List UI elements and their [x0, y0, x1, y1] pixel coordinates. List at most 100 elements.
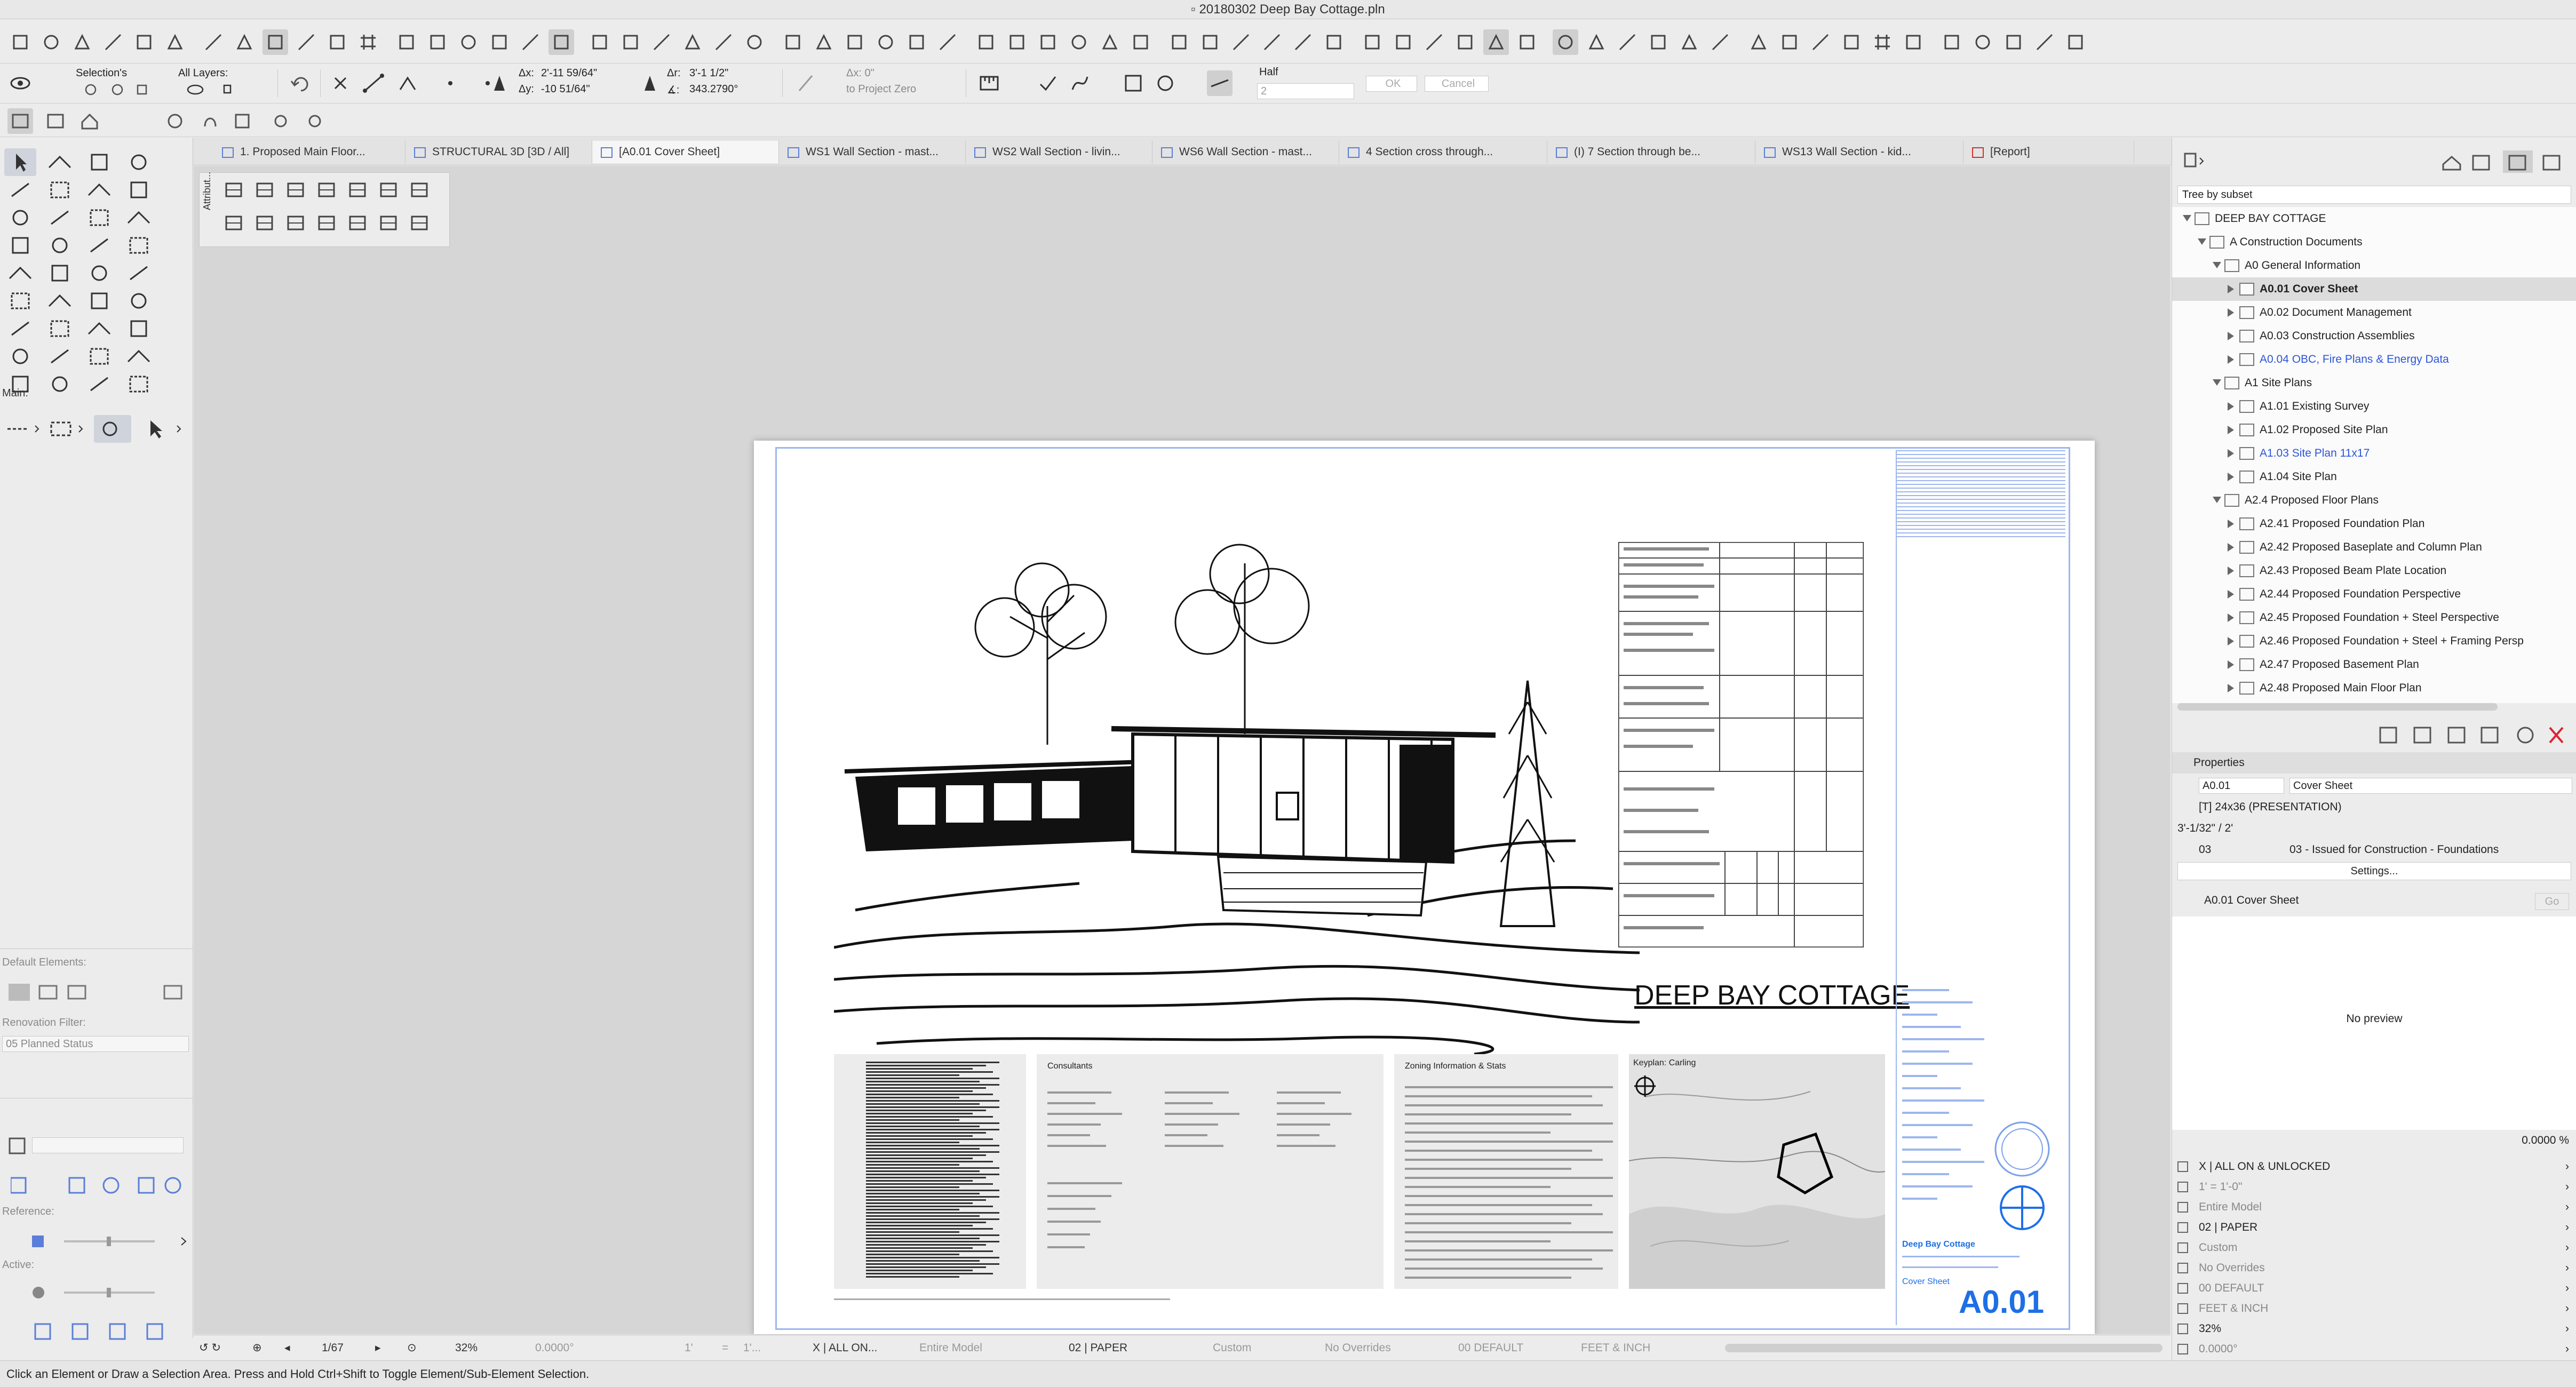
layer-combo-icon[interactable]	[2, 1132, 34, 1160]
disclosure-closed-icon[interactable]	[2228, 543, 2234, 552]
view-orbit-icon[interactable]	[268, 108, 293, 134]
dimension-icon[interactable]	[935, 29, 960, 55]
default-element-icon-2[interactable]	[32, 978, 64, 1006]
prev-page-icon[interactable]: ◂	[284, 1335, 290, 1361]
trace-action-icons[interactable]	[32, 1321, 176, 1342]
view-home-icon[interactable]	[77, 108, 102, 134]
dx-value[interactable]: 2'-11 59/64"	[541, 67, 597, 79]
disclosure-open-icon[interactable]	[2213, 379, 2221, 386]
fill-tool-icon[interactable]	[83, 287, 115, 315]
tree-item[interactable]: A2.47 Proposed Basement Plan	[2172, 653, 2576, 676]
pet-icon[interactable]	[1970, 29, 1995, 55]
line-style-attribute-icon[interactable]	[345, 210, 370, 236]
layout-canvas[interactable]: Attribut... DEEP BAY COTTAGE Consultants…	[194, 166, 2170, 1334]
tree-item[interactable]: A2.42 Proposed Baseplate and Column Plan	[2172, 536, 2576, 559]
elevation-icon[interactable]	[904, 29, 929, 55]
line-tool-icon[interactable]	[201, 29, 226, 55]
curtain-tool-icon[interactable]	[123, 148, 155, 176]
trace-icons[interactable]	[10, 1170, 181, 1202]
profile-attribute-icon[interactable]	[376, 177, 401, 203]
label-tool-icon[interactable]	[44, 287, 76, 315]
disclosure-closed-icon[interactable]	[2228, 426, 2234, 434]
angle-value[interactable]: 343.2790°	[689, 83, 738, 95]
undo-icon[interactable]	[288, 70, 314, 96]
table-icon[interactable]	[587, 29, 613, 55]
tree-item[interactable]: A1 Site Plans	[2172, 371, 2576, 395]
tab-9[interactable]: [Report]	[1963, 141, 2134, 163]
scale-right[interactable]: 1'...	[743, 1335, 761, 1361]
slash-icon[interactable]	[793, 70, 818, 96]
properties-header[interactable]: Properties	[2172, 752, 2576, 774]
view-grid-icon[interactable]	[162, 108, 188, 134]
view-select-icon[interactable]	[7, 108, 33, 134]
prop-name-field[interactable]: Cover Sheet	[2289, 778, 2572, 794]
check-icon[interactable]	[1290, 29, 1316, 55]
eye-icon[interactable]	[7, 70, 33, 96]
split-icon[interactable]	[842, 29, 868, 55]
curve-icon[interactable]	[1067, 70, 1093, 96]
quick-option-row[interactable]: Custom ›	[2172, 1238, 2576, 1258]
tree-item[interactable]: A2.43 Proposed Beam Plate Location	[2172, 559, 2576, 583]
wall-icon[interactable]	[293, 29, 319, 55]
pen-attribute-icon[interactable]	[283, 177, 308, 203]
plan-icon[interactable]	[394, 29, 419, 55]
tree-item[interactable]: A0.02 Document Management	[2172, 301, 2576, 324]
arrow-tool-icon[interactable]	[83, 342, 115, 370]
line-tool-icon[interactable]	[123, 287, 155, 315]
default-element-icon-1[interactable]	[3, 978, 35, 1006]
spotlight-icon[interactable]	[1097, 29, 1123, 55]
grid-snap-icon[interactable]	[1746, 29, 1771, 55]
disclosure-closed-icon[interactable]	[2228, 660, 2234, 669]
view-box-icon[interactable]	[43, 108, 68, 134]
document-icon[interactable]	[1421, 29, 1447, 55]
section-icon[interactable]	[2032, 29, 2057, 55]
quick-option-row[interactable]: 32% ›	[2172, 1319, 2576, 1339]
scissor-icon[interactable]	[649, 29, 674, 55]
file-icon[interactable]	[1514, 29, 1540, 55]
zoom-in-icon[interactable]: ⊕	[252, 1335, 262, 1361]
trim-icon[interactable]	[711, 29, 736, 55]
mark-up-icon[interactable]	[100, 29, 126, 55]
railing-tool-icon[interactable]	[44, 232, 76, 259]
dr-value[interactable]: 3'-1 1/2"	[689, 67, 728, 79]
composite-attribute-icon[interactable]	[345, 177, 370, 203]
tree-item[interactable]: A2.44 Proposed Foundation Perspective	[2172, 583, 2576, 606]
disclosure-closed-icon[interactable]	[2228, 613, 2234, 622]
stair-icon[interactable]	[1939, 29, 1965, 55]
hotspot-tool-icon[interactable]	[4, 342, 36, 370]
renovation-filter-select[interactable]: 05 Planned Status	[2, 1036, 189, 1052]
navigator-mode-icon[interactable]	[2180, 148, 2205, 174]
zoom-icon[interactable]: ⊙	[407, 1335, 417, 1361]
rotation-angle[interactable]: 0.0000°	[535, 1335, 574, 1361]
pet-icon[interactable]	[456, 29, 481, 55]
layer-combo[interactable]: X | ALL ON...	[813, 1335, 877, 1361]
tree-item[interactable]: A0.03 Construction Assemblies	[2172, 324, 2576, 348]
view-walk-icon[interactable]	[302, 108, 328, 134]
mesh-tool-icon[interactable]	[44, 259, 76, 287]
grid-snap-icon[interactable]	[232, 29, 257, 55]
find-icon[interactable]	[69, 29, 95, 55]
window-tool-icon[interactable]	[83, 204, 115, 232]
disclosure-closed-icon[interactable]	[2228, 520, 2234, 528]
tracker-icon[interactable]	[2063, 29, 2088, 55]
wall-tool-icon[interactable]	[83, 148, 115, 176]
building-material-attribute-icon[interactable]	[283, 210, 308, 236]
stretch-icon[interactable]	[780, 29, 806, 55]
layer-visibility-icons[interactable]	[185, 80, 249, 99]
line-tool-icon[interactable]	[1707, 29, 1733, 55]
fill-attribute-icon[interactable]	[221, 177, 247, 203]
tree-item[interactable]: A2.41 Proposed Foundation Plan	[2172, 512, 2576, 536]
disclosure-open-icon[interactable]	[2183, 215, 2191, 221]
tab-3[interactable]: WS1 Wall Section - mast...	[779, 141, 966, 163]
override-icon[interactable]	[1390, 29, 1416, 55]
default-element-icon-3[interactable]	[61, 978, 93, 1006]
text-tool-icon[interactable]	[4, 287, 36, 315]
report-icon[interactable]	[1197, 29, 1223, 55]
arrow-up-icon[interactable]	[1645, 29, 1671, 55]
edit-icon[interactable]	[263, 29, 288, 55]
point-icon[interactable]	[438, 70, 463, 96]
arc-tool-icon[interactable]	[4, 315, 36, 342]
polyline-tool-icon[interactable]	[44, 315, 76, 342]
prop-rev-name[interactable]: 03 - Issued for Construction - Foundatio…	[2289, 840, 2499, 860]
disclosure-closed-icon[interactable]	[2228, 684, 2234, 692]
